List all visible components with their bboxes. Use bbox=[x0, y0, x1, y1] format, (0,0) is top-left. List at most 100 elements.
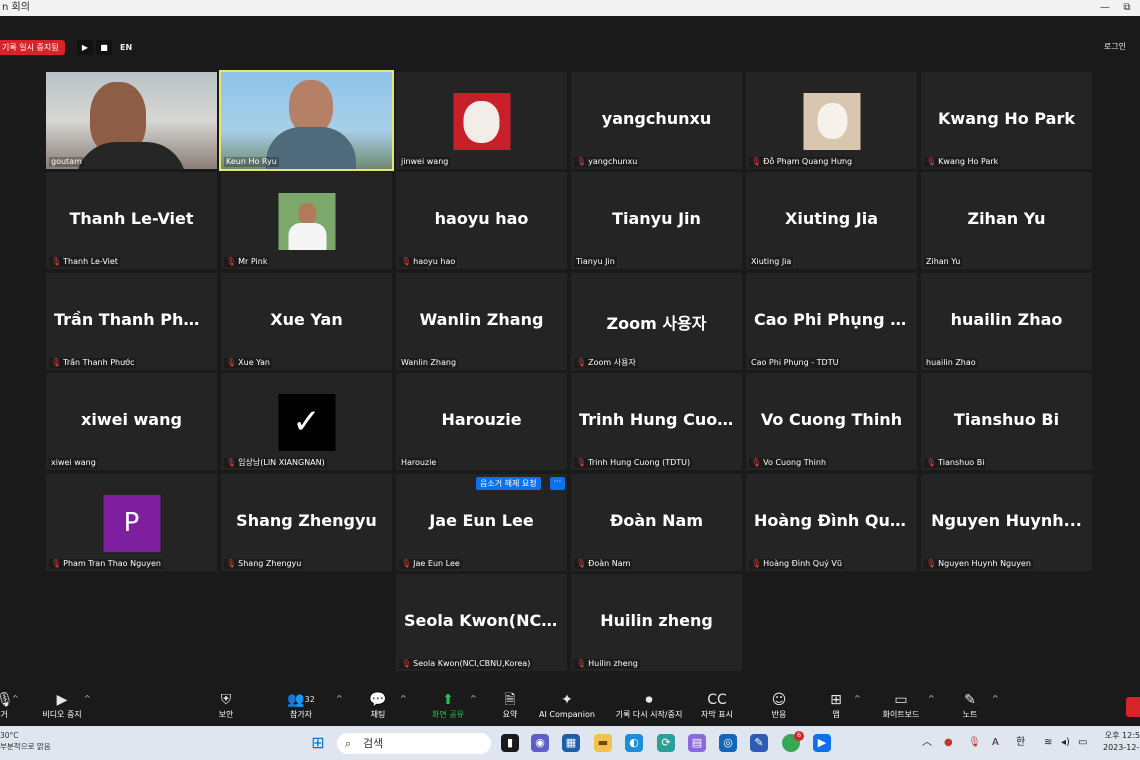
participant-tile[interactable]: Keun Ho Ryu bbox=[219, 70, 394, 171]
weather-text: 부분적으로 맑음 bbox=[0, 742, 51, 751]
edge-icon[interactable]: ◐ bbox=[625, 734, 643, 752]
participant-tile[interactable]: Shang Zhengyu 🎙 Shang Zhengyu bbox=[221, 474, 392, 571]
store-icon[interactable]: ▦ bbox=[562, 734, 580, 752]
toolbar-caret-icon[interactable]: ^ bbox=[84, 694, 91, 703]
participant-tile[interactable]: Vo Cuong Thinh 🎙 Vo Cuong Thinh bbox=[746, 373, 917, 470]
tray-app-icon[interactable]: ● bbox=[944, 735, 953, 751]
participant-display-name: haoyu hao bbox=[434, 209, 529, 228]
resume-recording-button[interactable]: ▶ bbox=[77, 40, 93, 55]
participant-tile[interactable]: Harouzie Harouzie bbox=[396, 373, 567, 470]
toolbar-shield-button[interactable]: ⛨ 보안 bbox=[208, 688, 244, 726]
toolbar-whiteboard-button[interactable]: ▭ 화이트보드 bbox=[866, 688, 936, 726]
participant-tile[interactable]: Seola Kwon(NCI,... 🎙 Seola Kwon(NCI,CBNU,K… bbox=[396, 574, 567, 671]
muted-mic-icon: 🎙 bbox=[576, 559, 587, 568]
app-icon-1[interactable]: ⟳ bbox=[657, 734, 675, 752]
participant-tile[interactable]: P 🎙 Pham Tran Thao Nguyen bbox=[46, 474, 217, 571]
participant-name-label: Tianyu Jin bbox=[574, 257, 617, 267]
participant-tile[interactable]: Thanh Le-Viet 🎙 Thanh Le-Viet bbox=[46, 172, 217, 269]
participant-tile[interactable]: Trần Thanh Phước 🎙 Trần Thanh Phước bbox=[46, 273, 217, 370]
participant-display-name: Hoàng Đình Quý... bbox=[754, 511, 917, 530]
toolbar-participants-button[interactable]: 👥32 참가자 bbox=[278, 688, 324, 726]
end-meeting-button[interactable] bbox=[1126, 697, 1140, 717]
participant-tile[interactable]: yangchunxu 🎙 yangchunxu bbox=[571, 72, 742, 169]
participant-tile[interactable]: Đoàn Nam 🎙 Đoàn Nam bbox=[571, 474, 742, 571]
toolbar-notes-button[interactable]: ✎ 노트 bbox=[952, 688, 988, 726]
toolbar-record-button[interactable]: ⏺ 기록 다시 시작/중지 bbox=[602, 688, 696, 726]
weather-widget[interactable]: 30°C 부분적으로 맑음 bbox=[0, 730, 51, 752]
toolbar-summary-button[interactable]: 🗎 요약 bbox=[492, 688, 528, 726]
task-view-icon[interactable]: ▮ bbox=[501, 734, 519, 752]
toolbar-share-button[interactable]: ⬆ 화면 공유 bbox=[420, 688, 476, 726]
participant-tile[interactable]: Xiuting Jia Xiuting Jia bbox=[746, 172, 917, 269]
participant-tile[interactable]: 🎙 Đỗ Phạm Quang Hưng bbox=[746, 72, 917, 169]
login-link[interactable]: 로그인 bbox=[1104, 40, 1126, 54]
participant-tile[interactable]: jinwei wang bbox=[396, 72, 567, 169]
participant-tile[interactable]: goutam bbox=[46, 72, 217, 169]
participant-tile[interactable]: Xue Yan 🎙 Xue Yan bbox=[221, 273, 392, 370]
toolbar-label: 기록 다시 시작/중지 bbox=[615, 710, 683, 719]
toolbar-caret-icon[interactable]: ^ bbox=[400, 694, 407, 703]
toolbar-caret-icon[interactable]: ^ bbox=[336, 694, 343, 703]
file-explorer-icon[interactable]: ▬ bbox=[594, 734, 612, 752]
app-icon-2[interactable]: ▤ bbox=[688, 734, 706, 752]
zoom-app-icon[interactable]: ▶ bbox=[813, 734, 831, 752]
participant-tile[interactable]: Huilin zheng 🎙 Huilin zheng bbox=[571, 574, 742, 671]
toolbar-caret-icon[interactable]: ^ bbox=[992, 694, 999, 703]
tray-chevron-icon[interactable]: ︿ bbox=[922, 735, 932, 751]
participant-tile[interactable]: Tianshuo Bi 🎙 Tianshuo Bi bbox=[921, 373, 1092, 470]
toolbar-sparkle-button[interactable]: ✦ AI Companion bbox=[536, 688, 598, 726]
toolbar-caret-icon[interactable]: ^ bbox=[470, 694, 477, 703]
restore-button[interactable]: ⧉ bbox=[1118, 0, 1136, 16]
teams-icon[interactable]: ◉ bbox=[531, 734, 549, 752]
app-icon-4[interactable]: ✎ bbox=[750, 734, 768, 752]
participant-tile[interactable]: Zihan Yu Zihan Yu bbox=[921, 172, 1092, 269]
participant-name: Hoàng Đình Quý Vũ bbox=[763, 559, 842, 568]
participant-tile[interactable]: Tianyu Jin Tianyu Jin bbox=[571, 172, 742, 269]
toolbar-caret-icon[interactable]: ^ bbox=[12, 694, 19, 703]
toolbar-label: 보안 bbox=[218, 710, 234, 719]
app-icon-3[interactable]: ◎ bbox=[719, 734, 737, 752]
participant-tile[interactable]: 🎙 Mr Pink bbox=[221, 172, 392, 269]
participant-display-name: huailin Zhao bbox=[950, 310, 1063, 329]
toolbar-video-button[interactable]: ▶ 비디오 중지 bbox=[38, 688, 86, 726]
toolbar-cc-button[interactable]: CC 자막 표시 bbox=[694, 688, 740, 726]
stop-recording-button[interactable]: ■ bbox=[96, 40, 112, 55]
participant-tile[interactable]: haoyu hao 🎙 haoyu hao bbox=[396, 172, 567, 269]
toolbar-chat-button[interactable]: 💬 채팅 bbox=[360, 688, 396, 726]
muted-mic-icon: 🎙 bbox=[226, 257, 237, 266]
volume-icon[interactable]: ◂) bbox=[1061, 735, 1070, 751]
participant-tile[interactable]: Nguyen Huynh... 🎙 Nguyen Huynh Nguyen bbox=[921, 474, 1092, 571]
participant-tile[interactable]: Jae Eun Lee 🎙 Jae Eun Lee 음소거 해제 요청 ··· bbox=[396, 474, 567, 571]
participant-tile[interactable]: Cao Phi Phụng -... Cao Phi Phụng - TDTU bbox=[746, 273, 917, 370]
input-lang-indicator[interactable]: A bbox=[992, 735, 999, 751]
ime-indicator[interactable]: 한 bbox=[1016, 735, 1025, 751]
participant-tile[interactable]: huailin Zhao huailin Zhao bbox=[921, 273, 1092, 370]
toolbar-reaction-button[interactable]: ☺ 반응 bbox=[760, 688, 798, 726]
participant-tile[interactable]: Wanlin Zhang Wanlin Zhang bbox=[396, 273, 567, 370]
participant-tile[interactable]: xiwei wang xiwei wang bbox=[46, 373, 217, 470]
participant-tile[interactable]: Trinh Hung Cuo... 🎙 Trinh Hung Cuong (TDTU… bbox=[571, 373, 742, 470]
clock-time: 오후 12:5 bbox=[1104, 731, 1140, 740]
toolbar-caret-icon[interactable]: ^ bbox=[928, 694, 935, 703]
wifi-icon[interactable]: ≋ bbox=[1044, 735, 1052, 751]
participant-tile[interactable]: Zoom 사용자 🎙 Zoom 사용자 bbox=[571, 273, 742, 370]
avatar bbox=[453, 93, 510, 150]
participant-tile[interactable]: ✓ 🎙 임상남(LIN XIANGNAN) bbox=[221, 373, 392, 470]
toolbar-caret-icon[interactable]: ^ bbox=[854, 694, 861, 703]
participant-tile[interactable]: Hoàng Đình Quý... 🎙 Hoàng Đình Quý Vũ bbox=[746, 474, 917, 571]
muted-mic-icon: 🎙 bbox=[751, 458, 762, 467]
taskbar-search[interactable]: ⌕ 검색 bbox=[337, 733, 491, 754]
toolbar-apps-button[interactable]: ⊞ 앱 bbox=[818, 688, 854, 726]
participant-tile[interactable]: Kwang Ho Park 🎙 Kwang Ho Park bbox=[921, 72, 1092, 169]
sparkle-icon: ✦ bbox=[561, 692, 573, 708]
minimize-button[interactable]: — bbox=[1096, 0, 1114, 16]
mic-tray-icon[interactable]: 🎙 bbox=[968, 735, 981, 751]
more-options-button[interactable]: ··· bbox=[550, 477, 565, 490]
toolbar-mic-button[interactable]: 🎙 거 bbox=[0, 688, 14, 726]
windows-start-icon[interactable]: ⊞ bbox=[309, 734, 327, 752]
ask-to-unmute-button[interactable]: 음소거 해제 요청 bbox=[476, 477, 541, 490]
avatar bbox=[278, 193, 335, 250]
taskbar-clock[interactable]: 오후 12:5 2023-12-2 bbox=[1103, 730, 1140, 754]
participant-name: goutam bbox=[51, 157, 82, 166]
battery-icon[interactable]: ▭ bbox=[1078, 735, 1087, 751]
